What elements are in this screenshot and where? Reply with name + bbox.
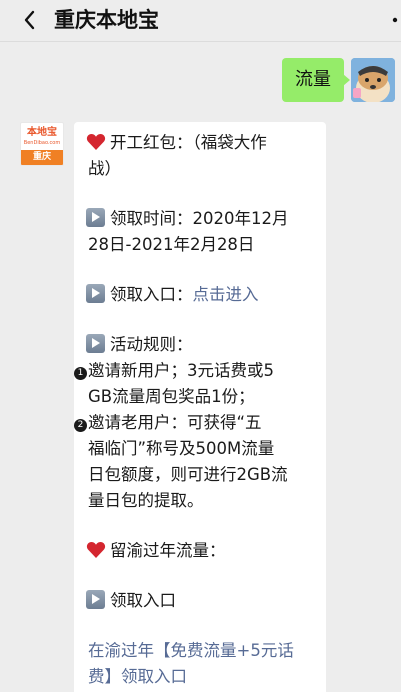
top-bar: 重庆本地宝 (0, 0, 401, 42)
message-text: 活动规则： (110, 335, 193, 354)
message-line: 活动规则： (86, 332, 318, 358)
message-text: 开工红包：（福袋大作 (110, 133, 267, 152)
message-text: 邀请老用户：可获得“五 (88, 413, 262, 432)
message-line: 领取时间：2020年12月 (86, 206, 318, 232)
back-chevron-icon[interactable] (18, 6, 42, 34)
number-badge: 2 (74, 419, 87, 432)
user-avatar[interactable] (351, 58, 395, 102)
brand-site-text: BenDibao.com (23, 140, 61, 146)
more-dots-icon[interactable] (391, 14, 399, 26)
play-icon (86, 334, 105, 353)
bottom-link[interactable]: 费】领取入口 (88, 664, 318, 690)
message-text: 量日包的提取。 (88, 491, 204, 510)
outgoing-message-bubble[interactable]: 流量 (282, 58, 350, 102)
message-text: 日包额度，则可进行2GB流 (88, 465, 288, 484)
message-text: 领取入口 (110, 591, 176, 610)
message-text: 福临门”称号及500M流量 (88, 439, 275, 458)
chat-title: 重庆本地宝 (54, 8, 159, 32)
number-badge: 1 (74, 367, 87, 380)
message-text: 领取入口： (110, 285, 193, 304)
play-icon (86, 284, 105, 303)
message-line: 2 邀请老用户：可获得“五 (74, 410, 318, 436)
bottom-link[interactable]: 在渝过年【免费流量+5元话 (88, 638, 318, 664)
message-text: 邀请新用户；3元话费或5 (88, 361, 274, 380)
message-text: 28日-2021年2月28日 (88, 235, 255, 254)
entry-link[interactable]: 点击进入 (193, 285, 259, 304)
message-line: 1 邀请新用户；3元话费或5 (74, 358, 318, 384)
message-line: 领取入口：点击进入 (86, 282, 318, 308)
official-account-avatar[interactable]: 本地宝 BenDibao.com 重庆 (20, 122, 64, 166)
play-icon (86, 208, 105, 227)
message-line: 留渝过年流量： (86, 538, 318, 564)
message-text: 战） (88, 159, 121, 178)
message-line: 开工红包：（福袋大作 (86, 130, 318, 156)
brand-logo-text: 本地宝 (27, 127, 57, 138)
brand-city-label: 重庆 (21, 150, 63, 165)
play-icon (86, 590, 105, 609)
message-text: GB流量周包奖品1份； (88, 387, 255, 406)
heart-icon (86, 541, 106, 559)
message-text: 留渝过年流量： (110, 541, 226, 560)
message-text: 领取时间：2020年12月 (110, 209, 289, 228)
incoming-message-bubble[interactable]: 开工红包：（福袋大作 战） 领取时间：2020年12月 28日-2021年2月2… (74, 122, 326, 692)
message-line: 领取入口 (86, 588, 318, 614)
heart-icon (86, 133, 106, 151)
